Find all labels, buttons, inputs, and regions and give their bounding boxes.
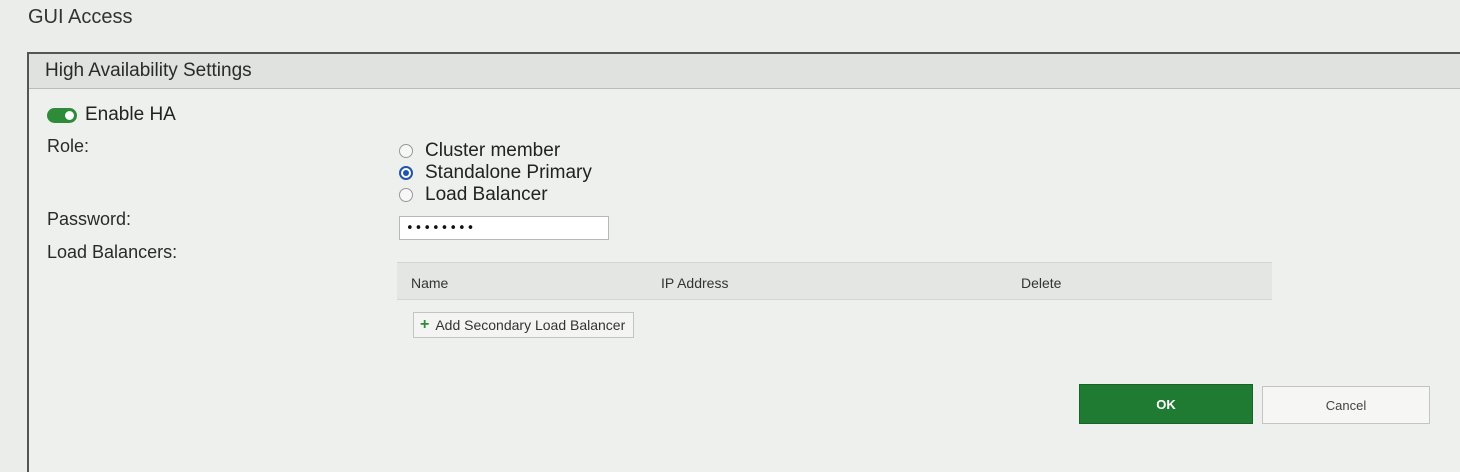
ok-button[interactable]: OK <box>1079 384 1253 424</box>
enable-ha-toggle[interactable] <box>47 107 77 123</box>
section-title: GUI Access <box>28 6 133 28</box>
load-balancers-label: Load Balancers: <box>47 242 178 262</box>
plus-icon: + <box>420 316 430 333</box>
ha-settings-panel: High Availability Settings Enable HA Rol… <box>27 52 1460 472</box>
role-radio-group: Cluster member Standalone Primary Load B… <box>399 140 592 206</box>
column-header-name: Name <box>411 275 449 291</box>
password-field[interactable] <box>399 216 609 240</box>
radio-button[interactable] <box>399 188 413 202</box>
password-label: Password: <box>47 209 132 229</box>
role-option-standalone-primary[interactable]: Standalone Primary <box>399 162 592 184</box>
role-option-cluster-member[interactable]: Cluster member <box>399 140 592 162</box>
add-secondary-load-balancer-button[interactable]: + Add Secondary Load Balancer <box>413 312 635 338</box>
enable-ha-label: Enable HA <box>85 104 176 125</box>
cancel-button[interactable]: Cancel <box>1262 386 1430 424</box>
panel-header: High Availability Settings <box>29 54 1460 89</box>
add-button-label: Add Secondary Load Balancer <box>435 317 626 333</box>
panel-title: High Availability Settings <box>45 60 252 81</box>
enable-ha-row: Enable HA <box>47 104 176 126</box>
role-option-label: Cluster member <box>425 140 561 161</box>
column-header-delete: Delete <box>1021 275 1062 291</box>
gui-access-page: GUI Access High Availability Settings En… <box>0 0 1460 472</box>
role-option-label: Load Balancer <box>425 184 548 205</box>
radio-button[interactable] <box>399 144 413 158</box>
column-header-ip-address: IP Address <box>661 275 729 291</box>
role-option-load-balancer[interactable]: Load Balancer <box>399 184 592 206</box>
load-balancers-table-header: Name IP Address Delete <box>397 262 1272 300</box>
role-option-label: Standalone Primary <box>425 162 592 183</box>
role-label: Role: <box>47 136 90 156</box>
radio-button-selected[interactable] <box>399 166 413 180</box>
